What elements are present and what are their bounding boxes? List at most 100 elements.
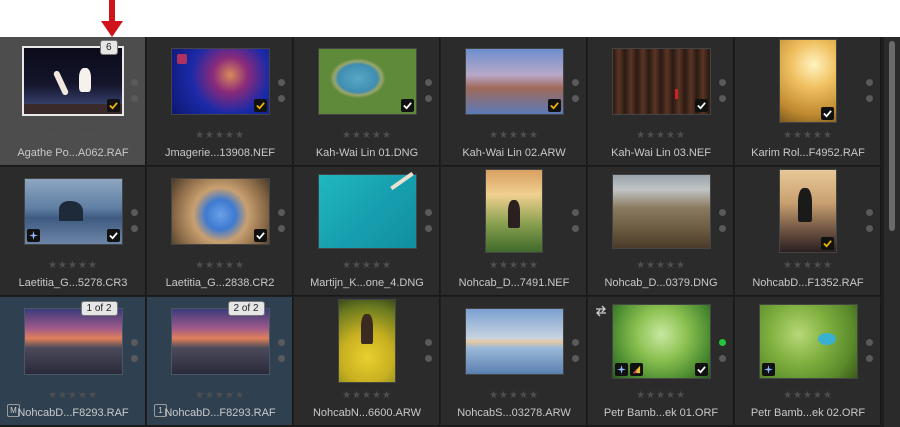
photo-thumbnail[interactable] bbox=[780, 170, 836, 252]
checkmark-icon[interactable] bbox=[821, 107, 834, 120]
star-rating[interactable]: ★★★★★ bbox=[147, 390, 293, 401]
thumbnail-cell[interactable]: ★★★★★ NohcabD...F1352.RAF bbox=[735, 167, 881, 296]
star-rating[interactable]: ★★★★★ bbox=[588, 390, 734, 401]
filename: Laetitia_G...5278.CR3 bbox=[18, 277, 128, 289]
thumbnail-cell[interactable]: ★★★★★ Nohcab_D...0379.DNG bbox=[588, 167, 734, 296]
color-adjust-icon bbox=[629, 362, 643, 376]
thumbnail-cell[interactable]: 6 ★★★★★ Agathe Po...A062.RAF bbox=[0, 37, 146, 166]
status-dots bbox=[866, 79, 874, 111]
photo-thumbnail[interactable]: 6 bbox=[24, 40, 122, 114]
scrollbar-thumb[interactable] bbox=[889, 41, 895, 231]
thumbnail-cell[interactable]: ★★★★★ Jmagerie...13908.NEF bbox=[147, 37, 293, 166]
star-rating[interactable]: ★★★★★ bbox=[147, 260, 293, 271]
photo-thumbnail[interactable]: 1 of 2 bbox=[24, 300, 122, 374]
photo-thumbnail[interactable] bbox=[759, 304, 857, 378]
photo-thumbnail[interactable] bbox=[465, 48, 563, 114]
checkmark-icon[interactable] bbox=[107, 99, 120, 112]
stack-counter: 6 bbox=[100, 40, 118, 55]
thumbnail-cell[interactable]: 2 of 2 ★★★★★ 1 NohcabD...F8293.RAF bbox=[147, 297, 293, 426]
star-rating[interactable]: ★★★★★ bbox=[441, 390, 587, 401]
photo-thumbnail[interactable]: 2 of 2 bbox=[171, 300, 269, 374]
thumbnail-cell[interactable]: 1 of 2 ★★★★★ M NohcabD...F8293.RAF bbox=[0, 297, 146, 426]
status-dots bbox=[425, 339, 433, 371]
sparkle-icon bbox=[614, 362, 628, 376]
checkmark-icon[interactable] bbox=[821, 237, 834, 250]
filename: Jmagerie...13908.NEF bbox=[164, 147, 276, 159]
sparkle-icon bbox=[26, 228, 40, 242]
star-rating[interactable]: ★★★★★ bbox=[0, 130, 146, 141]
photo-thumbnail[interactable] bbox=[339, 300, 395, 382]
status-dots bbox=[719, 209, 727, 241]
photo-thumbnail[interactable] bbox=[24, 178, 122, 244]
star-rating[interactable]: ★★★★★ bbox=[441, 260, 587, 271]
status-dots bbox=[572, 209, 580, 241]
version-counter: 1 of 2 bbox=[80, 300, 118, 316]
photo-thumbnail[interactable] bbox=[612, 304, 710, 378]
star-rating[interactable]: ★★★★★ bbox=[0, 260, 146, 271]
checkmark-icon[interactable] bbox=[253, 98, 267, 112]
star-rating[interactable]: ★★★★★ bbox=[588, 130, 734, 141]
photo-thumbnail[interactable] bbox=[612, 174, 710, 248]
photo-thumbnail[interactable] bbox=[465, 308, 563, 374]
star-rating[interactable]: ★★★★★ bbox=[294, 390, 440, 401]
red-arrow-icon bbox=[101, 0, 123, 37]
star-rating[interactable]: ★★★★★ bbox=[735, 390, 881, 401]
star-rating[interactable]: ★★★★★ bbox=[441, 130, 587, 141]
checkmark-icon[interactable] bbox=[106, 228, 120, 242]
photo-thumbnail[interactable] bbox=[318, 171, 416, 248]
filename: NohcabD...F8293.RAF bbox=[17, 407, 129, 419]
checkmark-icon[interactable] bbox=[253, 228, 267, 242]
status-dots bbox=[131, 79, 139, 111]
star-rating[interactable]: ★★★★★ bbox=[735, 260, 881, 271]
star-rating[interactable]: ★★★★★ bbox=[294, 260, 440, 271]
filename: Petr Bamb...ek 02.ORF bbox=[750, 407, 866, 419]
star-rating[interactable]: ★★★★★ bbox=[0, 390, 146, 401]
filename: NohcabN...6600.ARW bbox=[312, 407, 422, 419]
filename: Martijn_K...one_4.DNG bbox=[310, 277, 424, 289]
photo-thumbnail[interactable] bbox=[486, 170, 542, 252]
filename: NohcabS...03278.ARW bbox=[457, 407, 571, 419]
thumbnail-cell[interactable]: ★★★★★ Martijn_K...one_4.DNG bbox=[294, 167, 440, 296]
checkmark-icon[interactable] bbox=[400, 98, 414, 112]
thumbnail-cell[interactable]: ★★★★★ Karim Rol...F4952.RAF bbox=[735, 37, 881, 166]
photo-thumbnail[interactable] bbox=[780, 40, 836, 122]
thumbnail-cell[interactable]: ★★★★★ Laetitia_G...2838.CR2 bbox=[147, 167, 293, 296]
filename: Kah-Wai Lin 01.DNG bbox=[315, 147, 419, 159]
filename: Nohcab_D...0379.DNG bbox=[604, 277, 718, 289]
star-rating[interactable]: ★★★★★ bbox=[588, 260, 734, 271]
filename: Agathe Po...A062.RAF bbox=[17, 147, 129, 159]
photo-thumbnail[interactable] bbox=[171, 48, 269, 114]
thumbnail-cell[interactable]: ★★★★★ Nohcab_D...7491.NEF bbox=[441, 167, 587, 296]
star-rating[interactable]: ★★★★★ bbox=[147, 130, 293, 141]
version-counter: 2 of 2 bbox=[227, 300, 265, 316]
status-dots bbox=[866, 209, 874, 241]
status-dots bbox=[278, 79, 286, 111]
filename: Petr Bamb...ek 01.ORF bbox=[603, 407, 719, 419]
filename: Nohcab_D...7491.NEF bbox=[458, 277, 570, 289]
filename: Kah-Wai Lin 03.NEF bbox=[611, 147, 711, 159]
star-rating[interactable]: ★★★★★ bbox=[735, 130, 881, 141]
checkmark-icon[interactable] bbox=[694, 362, 708, 376]
photo-thumbnail[interactable] bbox=[612, 48, 710, 114]
filename: Karim Rol...F4952.RAF bbox=[751, 147, 865, 159]
thumbnail-cell[interactable]: ★★★★★ Laetitia_G...5278.CR3 bbox=[0, 167, 146, 296]
filename: Laetitia_G...2838.CR2 bbox=[165, 277, 275, 289]
vertical-scrollbar[interactable] bbox=[884, 37, 900, 427]
thumbnail-cell[interactable]: ★★★★★ NohcabN...6600.ARW bbox=[294, 297, 440, 426]
status-dots bbox=[866, 339, 874, 371]
photo-thumbnail[interactable] bbox=[171, 178, 269, 244]
thumbnail-cell[interactable]: ★★★★★ Kah-Wai Lin 01.DNG bbox=[294, 37, 440, 166]
photo-thumbnail[interactable] bbox=[318, 48, 416, 114]
status-dots bbox=[425, 209, 433, 241]
star-rating[interactable]: ★★★★★ bbox=[294, 130, 440, 141]
status-dots bbox=[572, 79, 580, 111]
status-dots bbox=[719, 79, 727, 111]
checkmark-icon[interactable] bbox=[547, 98, 561, 112]
thumbnail-cell[interactable]: ★★★★★ Kah-Wai Lin 02.ARW bbox=[441, 37, 587, 166]
thumbnail-cell[interactable]: ★★★★★ Petr Bamb...ek 01.ORF bbox=[588, 297, 734, 426]
checkmark-icon[interactable] bbox=[694, 98, 708, 112]
thumbnail-cell[interactable]: ★★★★★ Kah-Wai Lin 03.NEF bbox=[588, 37, 734, 166]
thumbnail-cell[interactable]: ★★★★★ NohcabS...03278.ARW bbox=[441, 297, 587, 426]
sparkle-icon bbox=[761, 362, 775, 376]
thumbnail-cell[interactable]: ★★★★★ Petr Bamb...ek 02.ORF bbox=[735, 297, 881, 426]
